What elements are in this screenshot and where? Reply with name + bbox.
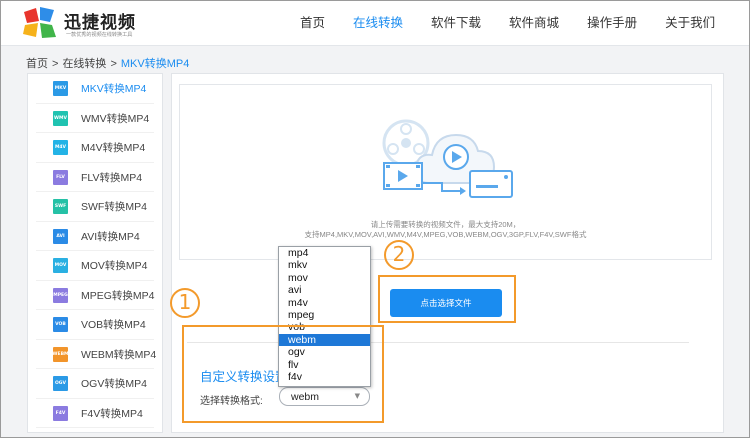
sidebar-item-label: FLV转换MP4 xyxy=(81,171,143,184)
sidebar-item-label: MKV转换MP4 xyxy=(81,83,147,96)
format-option[interactable]: ogv xyxy=(279,346,370,358)
format-option[interactable]: f4v xyxy=(279,371,370,383)
divider xyxy=(187,342,689,343)
step-2-marker: 2 xyxy=(384,240,414,270)
breadcrumb-home[interactable]: 首页 xyxy=(26,58,48,70)
site-header: 迅捷视频 一款优秀的视频在线转换工具 首页 在线转换 软件下载 软件商城 操作手册 关于我… xyxy=(0,0,750,46)
breadcrumb: 首页 > 在线转换 > MKV转换MP4 xyxy=(26,55,193,71)
format-badge-icon: M4V xyxy=(53,140,68,156)
sidebar-item-label: WMV转换MP4 xyxy=(81,112,150,125)
sidebar-item-label: M4V转换MP4 xyxy=(81,142,146,155)
nav-item[interactable]: 在线转换 xyxy=(353,0,403,46)
breadcrumb-current: MKV转换MP4 xyxy=(120,58,190,70)
main-panel: 请上传需要转换的视频文件，最大支持20M， 支持MP4,MKV,MOV,AVI,… xyxy=(171,73,724,433)
format-badge-icon: AVI xyxy=(53,228,68,244)
breadcrumb-separator: > xyxy=(52,58,59,70)
format-badge-icon: MPEG xyxy=(53,287,68,303)
nav-item[interactable]: 关于我们 xyxy=(665,0,715,46)
brand-tagline: 一款优秀的视频在线转换工具 xyxy=(66,31,133,38)
format-option[interactable]: vob xyxy=(279,321,370,333)
format-option[interactable]: webm xyxy=(279,333,370,347)
sidebar-item-label: AVI转换MP4 xyxy=(81,230,140,243)
breadcrumb-separator: > xyxy=(110,58,117,70)
sidebar-item-wmv[interactable]: WMV WMV转换MP4 xyxy=(28,104,162,134)
format-option[interactable]: mov xyxy=(279,272,370,284)
format-option[interactable]: m4v xyxy=(279,297,370,309)
video-cloud-illustration-icon xyxy=(382,119,513,198)
format-option[interactable]: avi xyxy=(279,284,370,296)
format-badge-icon: F4V xyxy=(53,405,68,421)
sidebar-item-avi[interactable]: AVI AVI转换MP4 xyxy=(28,222,162,252)
sidebar-item-swf[interactable]: SWF SWF转换MP4 xyxy=(28,192,162,222)
breadcrumb-section[interactable]: 在线转换 xyxy=(62,58,106,70)
sidebar-item-f4v[interactable]: F4V F4V转换MP4 xyxy=(28,399,162,429)
format-option[interactable]: mp4 xyxy=(279,247,370,259)
custom-settings-title: 自定义转换设置 xyxy=(200,370,288,384)
step-1-marker: 1 xyxy=(170,288,200,318)
format-label: 选择转换格式: xyxy=(200,396,263,407)
sidebar-item-mkv[interactable]: MKV MKV转换MP4 xyxy=(28,74,162,104)
format-option[interactable]: flv xyxy=(279,359,370,371)
sidebar-item-mpeg[interactable]: MPEG MPEG转换MP4 xyxy=(28,281,162,311)
sidebar-item-label: WEBM转换MP4 xyxy=(81,348,157,361)
format-option[interactable]: mkv xyxy=(279,259,370,271)
sidebar-item-vob[interactable]: VOB VOB转换MP4 xyxy=(28,310,162,340)
nav-item[interactable]: 首页 xyxy=(300,0,325,46)
sidebar-item-label: VOB转换MP4 xyxy=(81,319,146,332)
format-badge-icon: OGV xyxy=(53,376,68,392)
sidebar-item-mov[interactable]: MOV MOV转换MP4 xyxy=(28,251,162,281)
chevron-down-icon: ▼ xyxy=(354,392,360,400)
nav-item[interactable]: 操作手册 xyxy=(587,0,637,46)
format-option[interactable]: mpeg xyxy=(279,309,370,321)
format-select-value: webm xyxy=(291,391,320,403)
format-badge-icon: MKV xyxy=(53,81,68,97)
nav-item[interactable]: 软件下载 xyxy=(431,0,481,46)
sidebar-item-label: MPEG转换MP4 xyxy=(81,289,155,302)
sidebar-item-ogv[interactable]: OGV OGV转换MP4 xyxy=(28,369,162,399)
main-nav: 首页 在线转换 软件下载 软件商城 操作手册 关于我们 xyxy=(300,0,743,46)
sidebar-item-label: OGV转换MP4 xyxy=(81,378,147,391)
logo-icon[interactable] xyxy=(22,6,60,40)
sidebar-item-flv[interactable]: FLV FLV转换MP4 xyxy=(28,163,162,193)
sidebar-item-m4v[interactable]: M4V M4V转换MP4 xyxy=(28,133,162,163)
select-file-button[interactable]: 点击选择文件 xyxy=(390,289,502,317)
upload-area[interactable]: 请上传需要转换的视频文件，最大支持20M， 支持MP4,MKV,MOV,AVI,… xyxy=(179,84,712,260)
format-badge-icon: SWF xyxy=(53,199,68,215)
format-badge-icon: WMV xyxy=(53,110,68,126)
format-badge-icon: WEBM xyxy=(53,346,68,362)
sidebar-item-label: F4V转换MP4 xyxy=(81,407,143,420)
format-sidebar: MKV MKV转换MP4 WMV WMV转换MP4 M4V M4V转换MP4 FLV FLV转… xyxy=(27,73,163,433)
upload-hint-formats: 支持MP4,MKV,MOV,AVI,WMV,M4V,MPEG,VOB,WEBM,… xyxy=(304,230,587,239)
format-badge-icon: FLV xyxy=(53,169,68,185)
nav-item[interactable]: 软件商城 xyxy=(509,0,559,46)
format-badge-icon: MOV xyxy=(53,258,68,274)
sidebar-item-label: SWF转换MP4 xyxy=(81,201,147,214)
format-dropdown-list: mp4 mkv mov avi m4v mpeg vob webm ogv flv f4v xyxy=(278,246,371,387)
sidebar-item-webm[interactable]: WEBM WEBM转换MP4 xyxy=(28,340,162,370)
format-badge-icon: VOB xyxy=(53,317,68,333)
format-select[interactable]: webm ▼ xyxy=(279,387,370,406)
sidebar-item-label: MOV转换MP4 xyxy=(81,260,148,273)
